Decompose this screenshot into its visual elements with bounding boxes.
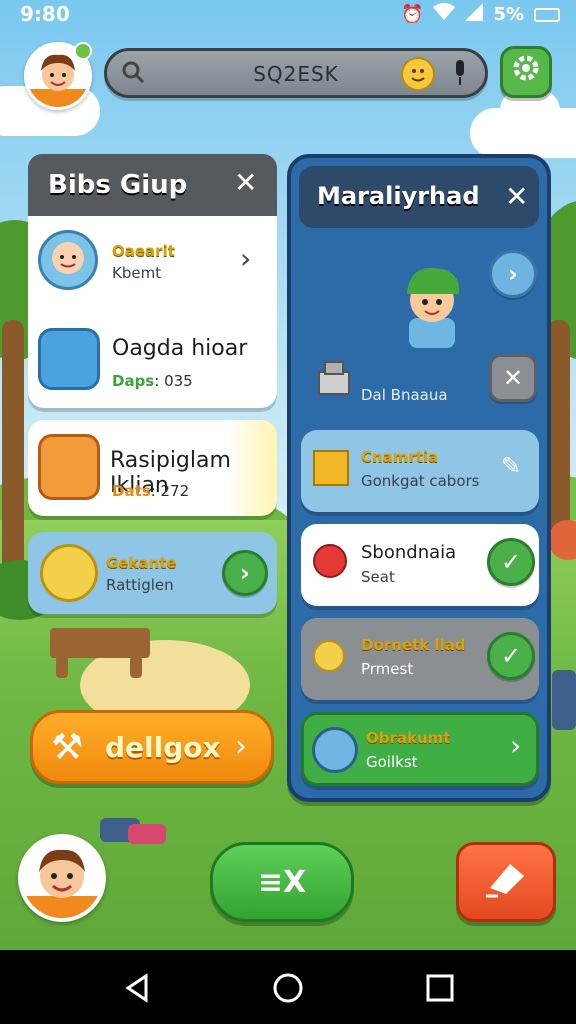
baby-avatar-icon (38, 230, 98, 290)
card-title: Oaearit (112, 242, 175, 260)
wifi-icon (433, 3, 456, 26)
card-subtitle: Seat (361, 568, 395, 586)
box-icon (315, 358, 355, 398)
card-title: Oagda hioar (112, 336, 248, 361)
card-title: Obrakumt (366, 729, 451, 747)
close-icon[interactable]: ✕ (234, 166, 257, 199)
bench-leg (130, 656, 142, 678)
edit-button[interactable] (456, 842, 556, 922)
status-icons: ⏰ 5% (401, 3, 560, 26)
card-meta: Daps: 035 (112, 372, 193, 390)
card-title: Gekante (106, 554, 177, 572)
trash-can (552, 670, 576, 730)
chevron-right-icon[interactable]: › (240, 242, 251, 275)
card-subtitle: Kbemt (112, 264, 162, 282)
chevron-right-icon[interactable]: › (510, 729, 521, 762)
left-card[interactable]: Rasipiglam Iklian Dats: 272 (28, 420, 277, 516)
status-time: 9:80 (20, 2, 70, 26)
smiley-icon (313, 640, 345, 672)
trash-can (128, 824, 166, 844)
cat-icon (40, 544, 98, 602)
row-text: Dal Bnaaua (361, 386, 448, 404)
hammer-icon: ⚒ (51, 727, 84, 768)
card-meta-value: : 035 (154, 372, 193, 390)
arrow-right-icon[interactable]: › (489, 250, 537, 298)
bench-leg (56, 656, 68, 678)
blue-creature-icon (38, 328, 100, 390)
settings-button[interactable] (500, 46, 552, 98)
signal-icon (465, 3, 484, 26)
checkmark-icon[interactable]: ✓ (487, 632, 535, 680)
close-icon[interactable]: ✕ (505, 180, 528, 213)
battery-icon (534, 7, 560, 22)
card-meta-value: : 272 (150, 482, 190, 500)
right-panel-title: Maraliyrhad (317, 182, 480, 210)
right-card[interactable]: Obrakumt Goilkst › (301, 712, 539, 786)
card-title: Sbondnaia (361, 542, 457, 563)
right-panel-header: Maraliyrhad (299, 166, 539, 228)
tree-trunk (2, 320, 24, 580)
menu-button-label: ≡X (257, 865, 307, 900)
card-title: Cnamrtia (361, 448, 439, 466)
pencil-icon[interactable]: ✎ (501, 452, 521, 480)
left-card[interactable]: Gekante Rattiglen › (28, 532, 277, 614)
system-nav-bar (0, 950, 576, 1024)
home-icon[interactable] (268, 968, 308, 1008)
orange-creature-icon (38, 434, 100, 500)
menu-button[interactable]: ≡X (210, 842, 354, 922)
back-icon[interactable] (118, 968, 158, 1008)
card-meta-label: Dats (112, 482, 151, 500)
card-meta: Dats: 272 (112, 482, 189, 500)
tree-trunk (548, 320, 570, 540)
left-card-group: Oaearit Kbemt › Oagda hioar Daps: 035 (28, 216, 277, 408)
right-card[interactable]: Sbondnaia Seat ✓ (301, 524, 539, 606)
right-panel: Maraliyrhad ✕ › Dal Bnaaua ✕ Cnamrtia Go… (287, 154, 551, 802)
medal-icon (312, 727, 358, 773)
left-panel-title: Bibs Giup (48, 170, 188, 200)
boy-face-icon (22, 849, 102, 918)
card-subtitle: Goilkst (366, 753, 418, 771)
alarm-icon: ⏰ (401, 4, 424, 25)
online-indicator (74, 42, 92, 60)
gear-icon (510, 52, 542, 92)
card-title: Dornetk llad (361, 636, 466, 654)
primary-action-button[interactable]: ⚒ dellgox › (30, 710, 274, 784)
left-panel-header: Bibs Giup ✕ (28, 154, 277, 216)
close-icon[interactable]: ✕ (489, 354, 537, 402)
emoji-icon[interactable] (401, 57, 435, 91)
search-bar[interactable]: SQ2ESK (104, 48, 488, 98)
checkmark-icon[interactable]: ✓ (487, 538, 535, 586)
card-meta-label: Daps (112, 372, 155, 390)
card-subtitle: Gonkgat cabors (361, 472, 480, 490)
character-mascot-icon (387, 248, 477, 358)
profile-avatar[interactable] (18, 834, 106, 922)
bench (50, 628, 150, 658)
status-bar: 9:80 ⏰ 5% (0, 0, 576, 30)
right-card[interactable]: Dornetk llad Prmest ✓ (301, 618, 539, 700)
eraser-icon (484, 858, 528, 907)
microphone-icon[interactable] (453, 60, 467, 86)
chevron-right-icon: › (235, 729, 247, 764)
card-subtitle: Rattiglen (106, 576, 174, 594)
red-ball-icon (313, 544, 347, 578)
crate-icon (313, 450, 349, 486)
primary-action-label: dellgox (105, 731, 221, 764)
card-subtitle: Prmest (361, 660, 414, 678)
recents-icon[interactable] (420, 968, 460, 1008)
battery-level: 5% (493, 4, 524, 25)
right-card[interactable]: Cnamrtia Gonkgat cabors ✎ (301, 430, 539, 512)
chevron-right-icon[interactable]: › (222, 550, 268, 596)
